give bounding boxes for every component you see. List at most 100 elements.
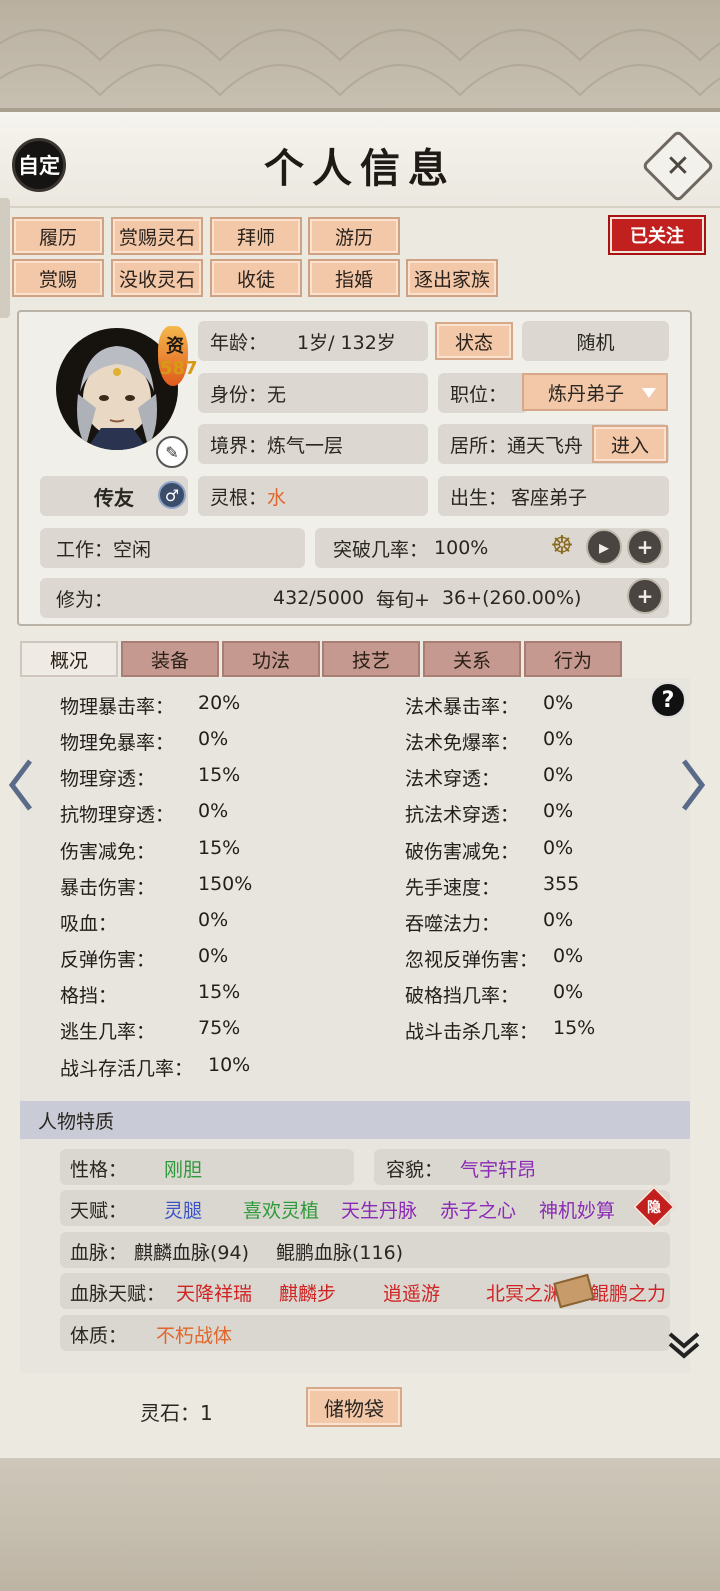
resume-button[interactable]: 履历 <box>12 217 104 255</box>
bloodline-talent-item[interactable]: 逍遥游 <box>383 1279 440 1306</box>
next-arrow-icon[interactable] <box>678 757 708 813</box>
stat-value: 0% <box>553 981 584 1003</box>
help-icon[interactable]: ? <box>650 682 686 718</box>
physique-row <box>60 1315 670 1351</box>
storage-bag-button[interactable]: 储物袋 <box>306 1387 402 1427</box>
stat-label: 吞噬法力： <box>405 913 501 935</box>
stat-label: 抗物理穿透： <box>60 804 175 826</box>
status-button[interactable]: 状态 <box>435 322 513 360</box>
stat-value: 0% <box>543 909 574 931</box>
realm-label: 境界： <box>210 434 268 457</box>
stat-label: 忽视反弹伤害： <box>405 949 539 971</box>
tab-behavior[interactable]: 行为 <box>524 641 622 677</box>
age-value: 1岁/ 132岁 <box>297 331 396 354</box>
age-field: 年龄： 1岁/ 132岁 <box>198 321 428 361</box>
breakthrough-label: 突破几率： <box>333 538 429 561</box>
tab-techniques[interactable]: 功法 <box>222 641 320 677</box>
talent-item[interactable]: 天生丹脉 <box>341 1196 417 1223</box>
stat-label: 暴击伤害： <box>60 877 156 899</box>
stat-label: 物理免暴率： <box>60 732 175 754</box>
identity-field: 身份： 无 <box>198 373 428 413</box>
bloodline-item[interactable]: 鲲鹏血脉(116) <box>276 1238 403 1265</box>
stat-value: 0% <box>198 728 229 750</box>
bloodline-talent-item[interactable]: 北冥之渊 <box>486 1279 562 1305</box>
physique-value[interactable]: 不朽战体 <box>156 1321 232 1348</box>
bloodline-talent-item[interactable]: 鲲鹏之力 <box>590 1279 666 1305</box>
stat-label: 破格挡几率： <box>405 985 520 1007</box>
stat-value: 0% <box>198 800 229 822</box>
identity-label: 身份： <box>210 383 268 406</box>
arrange-marriage-button[interactable]: 指婚 <box>308 259 400 297</box>
take-master-button[interactable]: 拜师 <box>210 217 302 255</box>
position-select[interactable]: 炼丹弟子 <box>522 373 668 411</box>
bloodline-item[interactable]: 麒麟血脉(94) <box>134 1238 249 1265</box>
enter-button[interactable]: 进入 <box>592 425 668 463</box>
male-gender-icon: ♂ <box>158 481 186 509</box>
talent-item[interactable]: 灵腿 <box>164 1196 202 1223</box>
breakthrough-figure-icon[interactable]: ☸ <box>544 528 580 564</box>
stat-value: 15% <box>198 981 241 1003</box>
tab-relations[interactable]: 关系 <box>423 641 521 677</box>
random-button[interactable]: 随机 <box>522 321 669 361</box>
expand-down-icon[interactable] <box>666 1326 702 1362</box>
cultivation-value: 432/5000 <box>273 587 365 609</box>
side-drawer-handle[interactable] <box>0 198 10 318</box>
expel-family-button[interactable]: 逐出家族 <box>406 259 498 297</box>
confiscate-stones-button[interactable]: 没收灵石 <box>111 259 203 297</box>
reward-stones-button[interactable]: 赏赐灵石 <box>111 217 203 255</box>
stat-label: 抗法术穿透： <box>405 804 520 826</box>
realm-value: 炼气一层 <box>267 434 344 457</box>
talent-item[interactable]: 赤子之心 <box>440 1196 516 1223</box>
stat-label: 逃生几率： <box>60 1021 156 1043</box>
plus-icon[interactable]: + <box>627 529 663 565</box>
tab-skills[interactable]: 技艺 <box>322 641 420 677</box>
residence-label: 居所： <box>450 434 508 457</box>
aptitude-label: 资 <box>166 336 184 357</box>
stat-value: 0% <box>198 945 229 967</box>
talent-item[interactable]: 神机妙算 <box>539 1196 615 1223</box>
tab-overview[interactable]: 概况 <box>20 641 118 677</box>
custom-button[interactable]: 自定 <box>12 138 66 192</box>
talent-item[interactable]: 喜欢灵植 <box>243 1196 319 1223</box>
stat-label: 吸血： <box>60 913 118 935</box>
stat-label: 战斗存活几率： <box>60 1058 194 1080</box>
stat-label: 破伤害减免： <box>405 841 520 863</box>
stat-value: 0% <box>543 800 574 822</box>
stat-value: 0% <box>543 692 574 714</box>
bloodline-talent-item[interactable]: 麒麟步 <box>279 1279 336 1306</box>
take-disciple-button[interactable]: 收徒 <box>210 259 302 297</box>
stat-value: 15% <box>198 837 241 859</box>
reward-button[interactable]: 赏赐 <box>12 259 104 297</box>
stat-label: 法术暴击率： <box>405 696 520 718</box>
spirit-root-label: 灵根： <box>210 486 268 509</box>
travel-button[interactable]: 游历 <box>308 217 400 255</box>
edit-brush-icon[interactable]: ✎ <box>156 436 188 468</box>
stat-value: 10% <box>208 1054 251 1076</box>
cultivation-plus-icon[interactable]: + <box>627 578 663 614</box>
appearance-value[interactable]: 气宇轩昂 <box>460 1155 536 1182</box>
per-round-label: 每旬+ <box>376 588 430 611</box>
stat-value: 150% <box>198 873 253 895</box>
aptitude-value: 587 <box>160 358 198 379</box>
stat-label: 先手速度： <box>405 877 501 899</box>
appearance-label: 容貌： <box>386 1159 444 1181</box>
tab-equipment[interactable]: 装备 <box>121 641 219 677</box>
position-value: 炼丹弟子 <box>548 382 625 405</box>
stat-label: 物理穿透： <box>60 768 156 790</box>
position-label: 职位： <box>438 373 528 413</box>
bloodline-talent-item[interactable]: 天降祥瑞 <box>176 1279 252 1306</box>
spirit-root-value: 水 <box>267 486 287 509</box>
stat-label: 反弹伤害： <box>60 949 156 971</box>
cultivation-field: 修为： 432/5000 每旬+ 36+(260.00%) <box>40 578 669 618</box>
birth-value: 客座弟子 <box>511 486 588 509</box>
stat-value: 15% <box>553 1017 596 1039</box>
play-icon[interactable]: ▸ <box>586 529 622 565</box>
stat-value: 0% <box>543 764 574 786</box>
personality-value[interactable]: 刚胆 <box>164 1155 202 1182</box>
physique-label: 体质： <box>70 1325 128 1347</box>
followed-button[interactable]: 已关注 <box>608 215 706 255</box>
prev-arrow-icon[interactable] <box>6 757 36 813</box>
stat-label: 战斗击杀几率： <box>405 1021 539 1043</box>
stat-value: 0% <box>553 945 584 967</box>
stat-label: 格挡： <box>60 985 118 1007</box>
